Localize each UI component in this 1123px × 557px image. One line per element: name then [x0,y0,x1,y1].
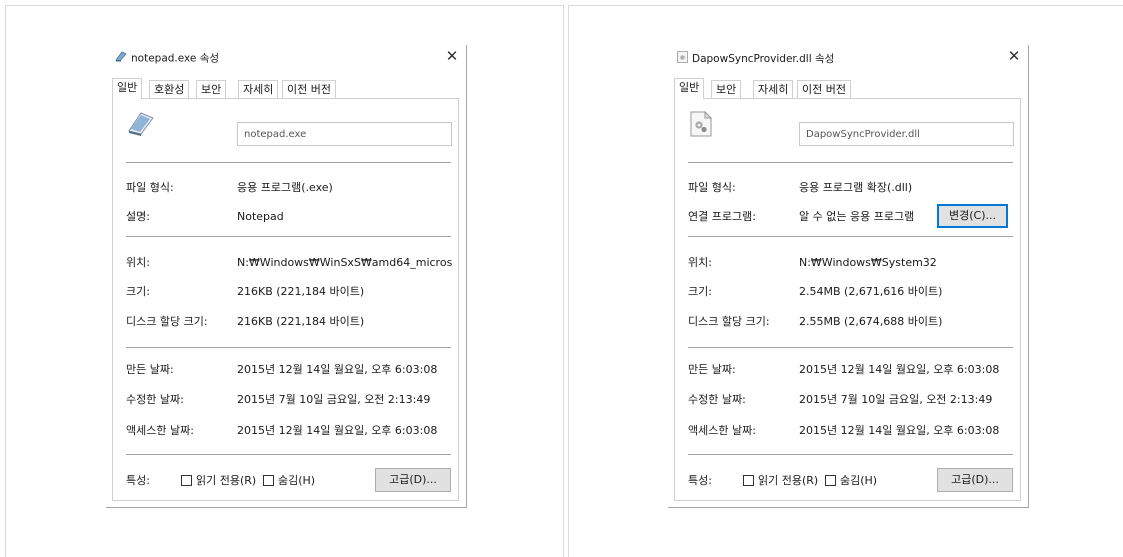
tab-general[interactable]: 일반 [112,78,143,99]
separator [688,162,1013,163]
disk-size-value: 216KB (221,184 바이트) [237,315,365,328]
modified-label: 수정한 날짜: [126,393,184,406]
separator [688,347,1013,348]
dialog-title-text: notepad.exe 속성 [131,52,220,65]
separator [126,236,451,237]
disk-size-label: 디스크 할당 크기: [688,315,770,328]
attributes-label: 특성: [126,474,150,487]
opens-with-label: 연결 프로그램: [688,210,756,223]
tab-compatibility[interactable]: 호환성 [149,80,190,98]
accessed-label: 액세스한 날짜: [688,424,756,437]
dll-properties-dialog: DapowSyncProvider.dll 속성 ✕ 일반 보안 자세히 이전 … [668,45,1029,508]
description-label: 설명: [126,210,150,223]
close-icon[interactable]: ✕ [443,47,461,65]
separator [126,162,451,163]
tab-details[interactable]: 자세히 [753,80,794,98]
readonly-checkbox[interactable]: 읽기 전용(R) [743,474,818,488]
file-type-value: 응용 프로그램 확장(.dll) [799,181,913,194]
created-label: 만든 날짜: [126,363,174,376]
tab-security[interactable]: 보안 [711,80,742,98]
separator [688,454,1013,455]
file-name-input[interactable]: notepad.exe [237,122,452,146]
dialog-title-text: DapowSyncProvider.dll 속성 [692,53,835,65]
location-value: N:₩Windows₩System32 [799,256,937,269]
size-label: 크기: [688,285,712,298]
general-tab-pane: DapowSyncProvider.dll 파일 형식: 응용 프로그램 확장(… [674,98,1021,501]
tab-previous-versions[interactable]: 이전 버전 [797,80,851,98]
disk-size-label: 디스크 할당 크기: [126,315,208,328]
hidden-checkbox[interactable]: 숨김(H) [825,474,877,488]
close-icon[interactable]: ✕ [1005,47,1023,65]
accessed-value: 2015년 12월 14일 월요일, 오후 6:03:08 [799,424,1000,437]
separator [126,347,451,348]
dialog-title: notepad.exe 속성 [115,51,219,65]
change-button[interactable]: 변경(C)... [937,204,1008,228]
readonly-checkbox-label: 읽기 전용(R) [196,474,257,487]
size-value: 216KB (221,184 바이트) [237,285,365,298]
file-type-label: 파일 형식: [688,181,736,194]
accessed-label: 액세스한 날짜: [126,424,194,437]
created-value: 2015년 12월 14일 월요일, 오후 6:03:08 [237,363,438,376]
tab-details[interactable]: 자세히 [238,80,279,98]
dll-large-icon [690,110,713,140]
tab-previous-versions[interactable]: 이전 버전 [282,80,336,98]
notepad-properties-dialog: notepad.exe 속성 ✕ 일반 호환성 보안 자세히 이전 버전 not… [106,45,467,508]
readonly-checkbox[interactable]: 읽기 전용(R) [181,474,256,488]
notepad-large-icon [126,110,156,139]
readonly-checkbox-box[interactable] [743,475,754,486]
accessed-value: 2015년 12월 14일 월요일, 오후 6:03:08 [237,424,438,437]
hidden-checkbox-box[interactable] [825,475,836,486]
modified-value: 2015년 7월 10일 금요일, 오전 2:13:49 [799,393,993,406]
general-tab-pane: notepad.exe 파일 형식: 응용 프로그램(.exe) 설명: Not… [112,98,459,501]
modified-value: 2015년 7월 10일 금요일, 오전 2:13:49 [237,393,431,406]
modified-label: 수정한 날짜: [688,393,746,406]
hidden-checkbox-label: 숨김(H) [278,474,316,487]
file-name-input[interactable]: DapowSyncProvider.dll [799,122,1014,146]
readonly-checkbox-label: 읽기 전용(R) [758,474,819,487]
readonly-checkbox-box[interactable] [181,475,192,486]
location-label: 위치: [688,256,712,269]
disk-size-value: 2.55MB (2,674,688 바이트) [799,315,943,328]
created-value: 2015년 12월 14일 월요일, 오후 6:03:08 [799,363,1000,376]
separator [126,454,451,455]
description-value: Notepad [237,210,284,223]
location-label: 위치: [126,256,150,269]
tab-security[interactable]: 보안 [196,80,227,98]
created-label: 만든 날짜: [688,363,736,376]
hidden-checkbox[interactable]: 숨김(H) [263,474,315,488]
hidden-checkbox-label: 숨김(H) [840,474,878,487]
attributes-label: 특성: [688,474,712,487]
dll-file-icon [677,51,688,67]
location-value: N:₩Windows₩WinSxS₩amd64_microsoft-window… [237,256,452,269]
tab-general[interactable]: 일반 [674,78,705,99]
file-type-value: 응용 프로그램(.exe) [237,181,333,194]
file-type-label: 파일 형식: [126,181,174,194]
advanced-button[interactable]: 고급(D)... [375,468,451,492]
separator [688,236,1013,237]
notepad-icon [115,51,127,66]
dialog-title: DapowSyncProvider.dll 속성 [677,51,834,65]
advanced-button[interactable]: 고급(D)... [937,468,1013,492]
hidden-checkbox-box[interactable] [263,475,274,486]
size-value: 2.54MB (2,671,616 바이트) [799,285,943,298]
opens-with-value: 알 수 없는 응용 프로그램 [799,210,915,223]
size-label: 크기: [126,285,150,298]
